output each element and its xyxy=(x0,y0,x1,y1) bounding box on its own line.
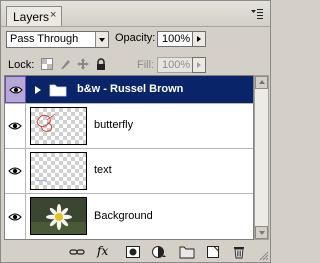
expand-triangle-icon[interactable] xyxy=(35,86,41,94)
eye-icon xyxy=(9,86,23,93)
tab-strip: Layers × xyxy=(1,1,270,27)
delete-layer-icon[interactable] xyxy=(231,245,247,259)
layer-style-icon[interactable]: fx xyxy=(97,244,108,258)
adjustment-layer-icon[interactable] xyxy=(151,245,167,259)
new-layer-icon[interactable] xyxy=(205,245,221,259)
visibility-toggle[interactable] xyxy=(5,104,26,148)
layer-row[interactable]: butterfly xyxy=(5,104,253,149)
eye-icon xyxy=(8,213,22,220)
opacity-slider-button[interactable] xyxy=(192,31,206,47)
folder-icon xyxy=(49,84,67,97)
visibility-toggle[interactable] xyxy=(5,76,26,103)
fill-field[interactable]: 100% xyxy=(157,57,193,73)
visibility-toggle[interactable] xyxy=(5,194,26,239)
layers-scrollbar[interactable] xyxy=(254,75,269,240)
layer-thumbnail xyxy=(30,107,87,145)
layer-row[interactable]: text xyxy=(5,149,253,194)
close-icon[interactable]: × xyxy=(50,9,56,21)
eye-icon xyxy=(8,167,22,175)
opacity-field[interactable]: 100% xyxy=(157,31,193,47)
tab-layers-label: Layers xyxy=(13,10,50,24)
scroll-up-button[interactable] xyxy=(255,76,268,89)
lock-position-icon[interactable] xyxy=(77,58,89,70)
lock-label: Lock: xyxy=(8,59,35,71)
blend-mode-value: Pass Through xyxy=(10,33,79,45)
link-layers-icon[interactable] xyxy=(69,245,85,259)
panel-menu-icon[interactable] xyxy=(250,8,264,20)
layer-thumbnail xyxy=(30,197,87,235)
new-group-icon[interactable] xyxy=(179,245,195,259)
visibility-toggle[interactable] xyxy=(5,149,26,193)
layer-name: Background xyxy=(94,209,153,222)
chevron-down-icon[interactable] xyxy=(95,32,108,47)
lock-transparent-pixels-icon[interactable] xyxy=(41,58,53,70)
resize-grip-icon[interactable] xyxy=(259,251,269,261)
layer-name: text xyxy=(94,164,112,176)
tab-layers[interactable]: Layers × xyxy=(6,6,62,26)
lock-image-pixels-icon[interactable] xyxy=(59,58,71,70)
layers-panel: Layers × Pass Through Opacity: 100% Lock… xyxy=(0,0,271,263)
layers-list: b&w - Russel Brown butterfly text Backgr… xyxy=(4,75,254,240)
layer-name: butterfly xyxy=(94,119,134,131)
opacity-label: Opacity: xyxy=(115,32,156,44)
layer-thumbnail xyxy=(30,152,87,190)
layers-toolbar: fx xyxy=(1,242,270,262)
butterfly-sketch-icon xyxy=(36,113,56,132)
text-stroke-icon xyxy=(36,179,48,183)
lock-all-icon[interactable] xyxy=(95,58,107,70)
fill-label: Fill: xyxy=(137,59,155,71)
eye-icon xyxy=(8,122,22,130)
layer-row[interactable]: Background xyxy=(5,194,253,239)
add-mask-icon[interactable] xyxy=(125,245,141,259)
layer-group-row[interactable]: b&w - Russel Brown xyxy=(5,76,253,104)
scroll-down-button[interactable] xyxy=(255,226,268,239)
daisy-photo-icon xyxy=(31,198,86,234)
blend-mode-select[interactable]: Pass Through xyxy=(6,31,109,48)
layer-name: b&w - Russel Brown xyxy=(77,83,184,95)
fill-slider-button[interactable] xyxy=(192,57,206,73)
